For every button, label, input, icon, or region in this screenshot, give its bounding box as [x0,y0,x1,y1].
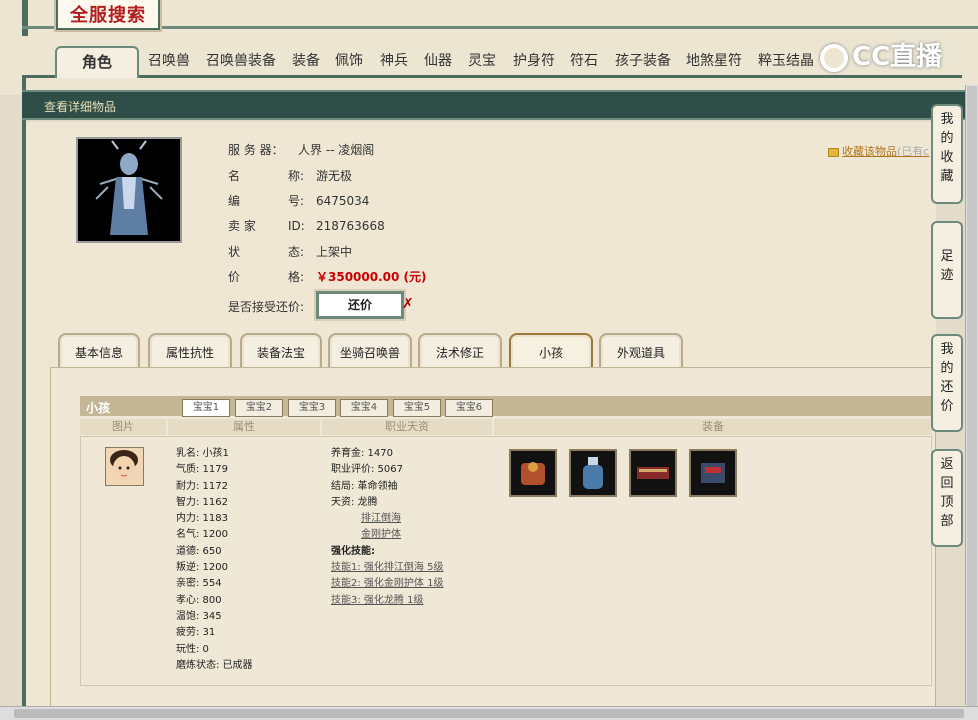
tab-accessory[interactable]: 佩饰 [335,50,363,69]
tab-star-rune[interactable]: 地煞星符 [686,50,742,69]
equip-slot-1[interactable] [509,449,557,497]
side-favorites[interactable]: 我的收藏 [931,104,963,204]
subtab-spell-mod[interactable]: 法术修正 [418,333,502,369]
subtab-attributes[interactable]: 属性抗性 [148,333,232,369]
tab-role[interactable]: 角色 [55,46,139,78]
frame-left-top [22,0,28,36]
tab-child-equip[interactable]: 孩子装备 [615,50,671,69]
tab-spirit-treasure[interactable]: 灵宝 [468,50,496,69]
box-icon [701,463,725,483]
tab-divine-weapon[interactable]: 神兵 [380,50,408,69]
horizontal-scroll-thumb[interactable] [14,709,964,718]
baby-tab-5[interactable]: 宝宝5 [393,399,441,417]
baby-tab-2[interactable]: 宝宝2 [235,399,283,417]
tab-equip[interactable]: 装备 [292,50,320,69]
armor-icon [521,462,545,485]
child-avatar [105,447,144,486]
baby-tab-3[interactable]: 宝宝3 [288,399,336,417]
vertical-scroll-thumb[interactable] [967,86,977,706]
tab-amulet[interactable]: 护身符 [513,50,555,69]
tab-summon[interactable]: 召唤兽 [148,50,190,69]
status-row: 状态: 上架中 [228,245,353,259]
side-back-to-top[interactable]: 返回顶部 [931,449,963,547]
character-portrait [76,137,182,243]
server-row: 服 务 器： 人界 -- 凌烟阁 [228,143,375,157]
equip-slot-4[interactable] [689,449,737,497]
side-my-bargain[interactable]: 我的还价 [931,334,963,432]
favorite-link[interactable]: 收藏该物品(已有c [828,143,929,159]
bottle-icon [583,457,603,489]
character-figure-icon [95,140,163,235]
top-border [22,26,978,29]
col-attributes: 属性 [168,419,320,435]
bargain-close-icon[interactable]: ✗ [402,296,414,312]
site-logo[interactable]: 全服搜索 [56,0,160,30]
equip-slot-2[interactable] [569,449,617,497]
tab-summon-equip[interactable]: 召唤兽装备 [206,50,276,69]
col-image: 图片 [80,419,166,435]
folder-icon [828,147,839,157]
id-row: 编号: 6475034 [228,194,370,208]
child-attributes: 乳名: 小孩1 气质: 1179 耐力: 1172 智力: 1162 内力: 1… [176,448,253,671]
subtab-basic-info[interactable]: 基本信息 [58,333,140,369]
subtab-mount-summon[interactable]: 坐骑召唤兽 [328,333,412,369]
tab-immortal-artifact[interactable]: 仙器 [424,50,452,69]
col-talent: 职业天资 [322,419,492,435]
section-header: 查看详细物品 [22,90,972,120]
equip-slot-3[interactable] [629,449,677,497]
baby-tab-6[interactable]: 宝宝6 [445,399,493,417]
tab-base-line [22,75,962,78]
bargain-label: 是否接受还价: [228,300,305,314]
price-row: 价格: ￥350000.00 (元) [228,270,427,284]
tab-rune-stone[interactable]: 符石 [570,50,598,69]
bargain-button[interactable]: 还价 [316,291,404,319]
baby-tab-1[interactable]: 宝宝1 [182,399,230,417]
subtab-equip-treasure[interactable]: 装备法宝 [240,333,322,369]
child-talent: 养育金: 1470 职业评价: 5067 结局: 革命领袖 天资: 龙腾 排江倒… [331,448,444,606]
baby-tab-4[interactable]: 宝宝4 [340,399,388,417]
child-face-icon [110,450,138,480]
name-row: 名称: 游无极 [228,169,353,183]
col-equipment: 装备 [494,419,932,435]
cc-logo-icon [820,43,848,72]
subtab-appearance[interactable]: 外观道具 [599,333,683,369]
subtab-child[interactable]: 小孩 [509,333,593,369]
cc-watermark: CC直播 [820,36,942,73]
side-footprint[interactable]: 足迹 [931,221,963,319]
seller-row: 卖 家 ID: 218763668 [228,219,385,233]
tab-jade-crystal[interactable]: 粹玉结晶 [758,50,814,69]
scroll-icon [637,467,669,479]
